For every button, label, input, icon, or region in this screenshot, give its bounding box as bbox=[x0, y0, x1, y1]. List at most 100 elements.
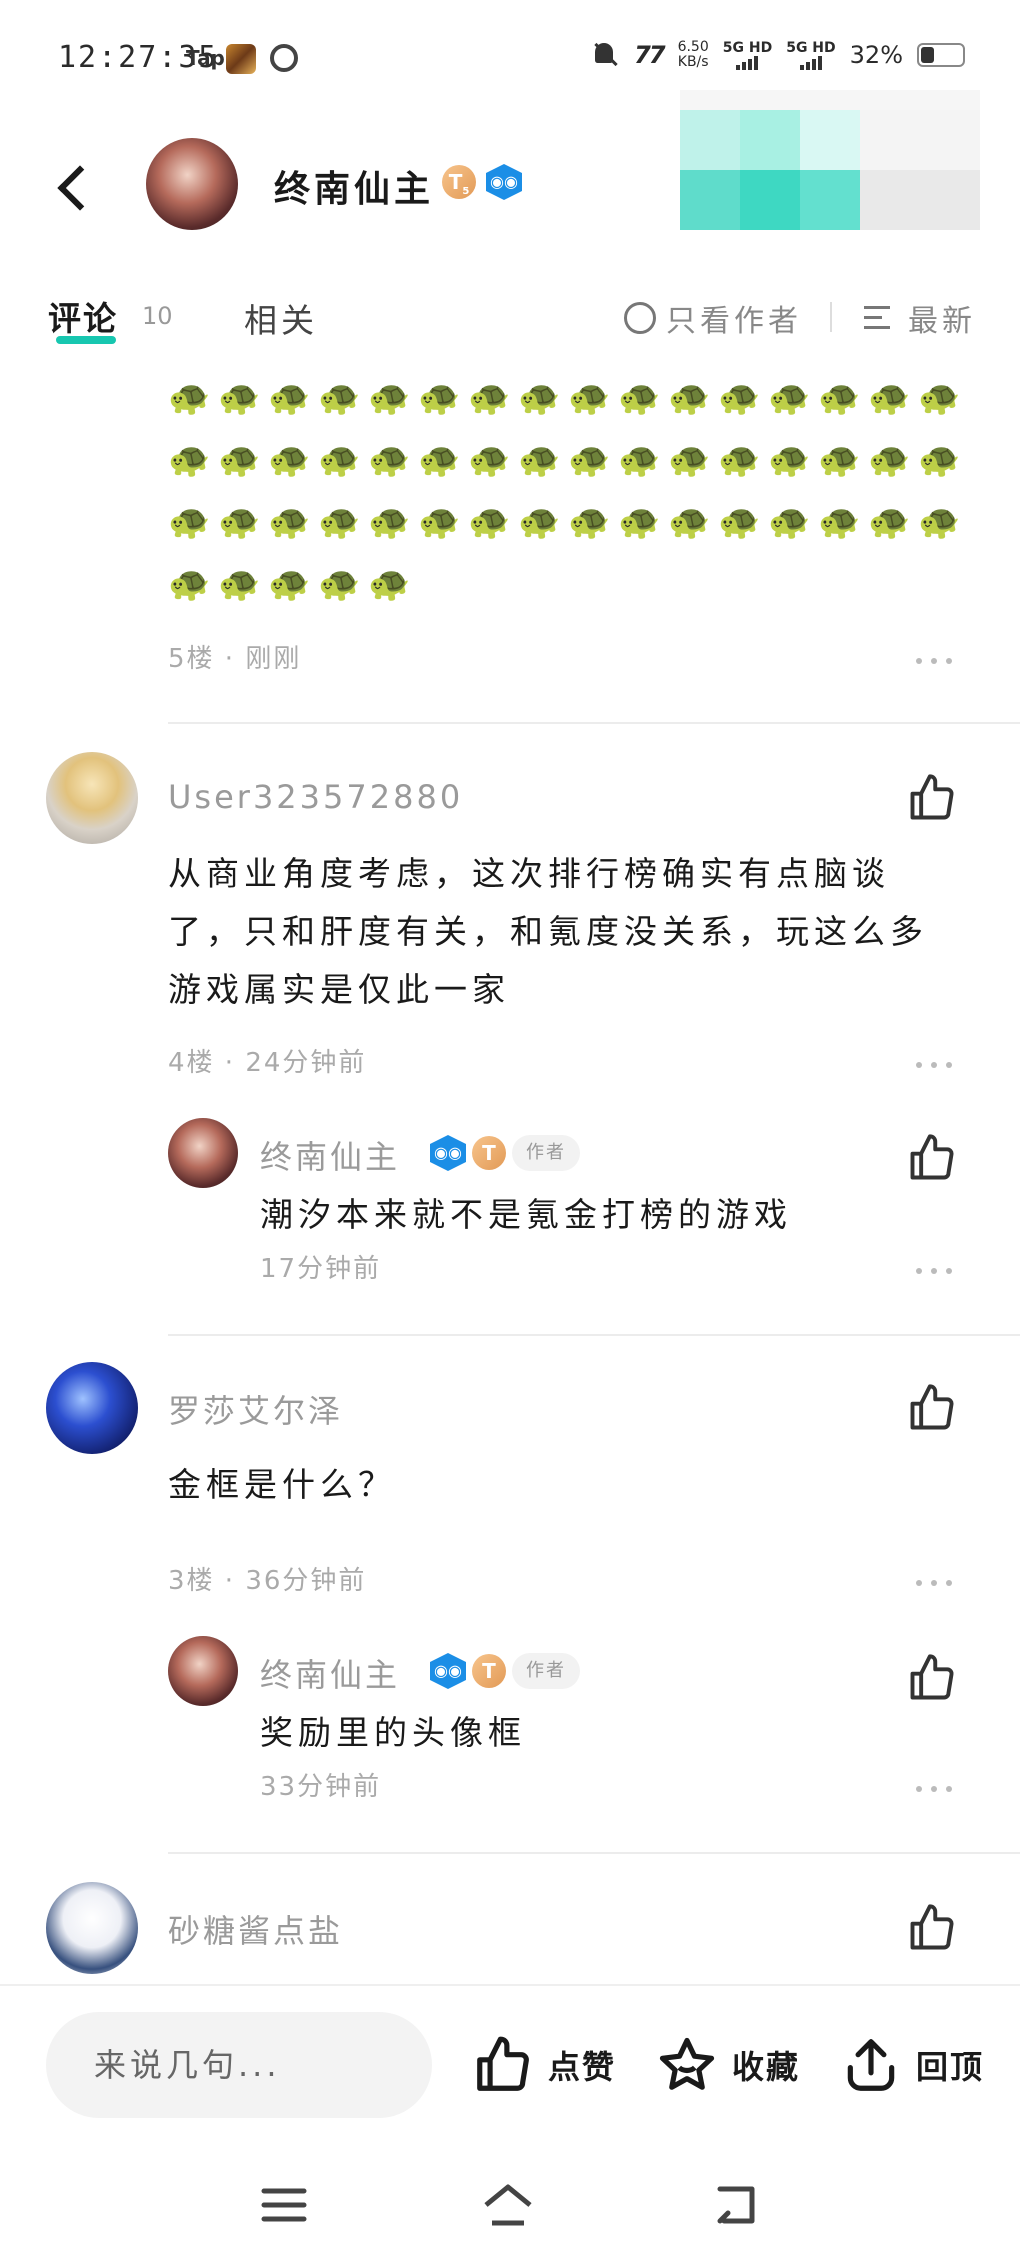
like-icon[interactable] bbox=[906, 772, 958, 824]
back-button[interactable] bbox=[50, 158, 100, 218]
like-icon[interactable] bbox=[906, 1652, 958, 1704]
turtle-emoji-icon: 🐢 bbox=[618, 440, 661, 480]
divider bbox=[168, 722, 1020, 724]
turtle-emoji-icon: 🐢 bbox=[918, 378, 961, 418]
net-speed-value: 6.50 bbox=[677, 39, 709, 55]
turtle-emoji-icon: 🐢 bbox=[768, 502, 811, 542]
turtle-emoji-icon: 🐢 bbox=[918, 502, 961, 542]
more-options-icon[interactable] bbox=[916, 1062, 952, 1072]
turtle-emoji-icon: 🐢 bbox=[218, 502, 261, 542]
notification-ring-icon bbox=[270, 44, 298, 72]
turtle-emoji-icon: 🐢 bbox=[418, 502, 461, 542]
divider bbox=[168, 1334, 1020, 1336]
home-icon[interactable] bbox=[480, 2180, 536, 2230]
comment-tabs: 评论 10 相关 只看作者 最新 bbox=[0, 282, 1020, 362]
turtle-emoji-icon: 🐢 bbox=[818, 502, 861, 542]
reply-time: 33分钟前 bbox=[260, 1772, 382, 1802]
like-icon[interactable] bbox=[906, 1382, 958, 1434]
favorite-label: 收藏 bbox=[732, 2048, 801, 2086]
system-nav-bar bbox=[0, 2144, 1020, 2267]
signal-2-label: 5G HD bbox=[786, 40, 836, 56]
battery-percent: 32% bbox=[849, 41, 903, 69]
reply-avatar[interactable] bbox=[168, 1118, 238, 1188]
turtle-emoji-icon: 🐢 bbox=[368, 440, 411, 480]
turtle-emoji-icon: 🐢 bbox=[418, 378, 461, 418]
turtle-emoji-icon: 🐢 bbox=[668, 440, 711, 480]
battery-icon bbox=[917, 43, 965, 67]
author-name[interactable]: 终南仙主 bbox=[274, 160, 434, 212]
turtle-emoji-icon: 🐢 bbox=[518, 378, 561, 418]
comment-username[interactable]: 砂糖酱点盐 bbox=[168, 1906, 343, 1952]
comment-meta: 5楼 · 刚刚 bbox=[168, 644, 302, 674]
sort-button[interactable]: 最新 bbox=[864, 296, 976, 340]
comment-username[interactable]: User323572880 bbox=[168, 778, 463, 816]
like-button[interactable]: 点赞 bbox=[472, 2034, 616, 2096]
turtle-emoji-icon: 🐢 bbox=[368, 378, 411, 418]
tab-related[interactable]: 相关 bbox=[244, 294, 318, 342]
turtle-emoji-icon: 🐢 bbox=[468, 502, 511, 542]
reply-username[interactable]: 终南仙主 bbox=[260, 1132, 400, 1178]
gamer-badge-icon: ◉◉ bbox=[430, 1653, 466, 1689]
turtle-emoji-icon: 🐢 bbox=[518, 440, 561, 480]
turtle-emoji-icon: 🐢 bbox=[318, 564, 361, 604]
signal-1-label: 5G HD bbox=[722, 40, 773, 56]
turtle-emoji-icon: 🐢 bbox=[218, 378, 261, 418]
turtle-emoji-icon: 🐢 bbox=[768, 378, 811, 418]
turtle-emoji-icon: 🐢 bbox=[218, 564, 261, 604]
turtle-emoji-icon: 🐢 bbox=[418, 440, 461, 480]
turtle-emoji-icon: 🐢 bbox=[268, 378, 311, 418]
like-label: 点赞 bbox=[548, 2048, 617, 2086]
sort-icon bbox=[864, 304, 896, 332]
turtle-emoji-icon: 🐢 bbox=[718, 502, 761, 542]
turtle-emoji-icon: 🐢 bbox=[518, 502, 561, 542]
turtle-emoji-icon: 🐢 bbox=[718, 378, 761, 418]
reply-avatar[interactable] bbox=[168, 1636, 238, 1706]
more-options-icon[interactable] bbox=[916, 1268, 952, 1278]
turtle-emoji-icon: 🐢 bbox=[718, 440, 761, 480]
turtle-emoji-icon: 🐢 bbox=[568, 378, 611, 418]
like-icon[interactable] bbox=[906, 1902, 958, 1954]
net-speed-unit: KB/s bbox=[677, 54, 709, 70]
menu-icon[interactable] bbox=[256, 2180, 312, 2230]
comment-username[interactable]: 罗莎艾尔泽 bbox=[168, 1386, 343, 1432]
comment-line: 从商业角度考虑，这次排行榜确实有点脑谈 bbox=[168, 854, 890, 893]
comment-body: 从商业角度考虑，这次排行榜确实有点脑谈 了，只和肝度有关，和氪度没关系，玩这么多… bbox=[168, 845, 968, 1019]
like-icon bbox=[477, 2036, 529, 2091]
turtle-emoji-icon: 🐢 bbox=[268, 502, 311, 542]
back-nav-icon[interactable] bbox=[708, 2180, 764, 2230]
tab-active-indicator bbox=[56, 336, 116, 344]
user-avatar[interactable] bbox=[46, 1882, 138, 1974]
signal-bars-icon bbox=[736, 56, 759, 70]
turtle-emoji-icon: 🐢 bbox=[818, 440, 861, 480]
network-logo-icon: 77 bbox=[634, 41, 665, 69]
back-to-top-button[interactable]: 回顶 bbox=[840, 2034, 984, 2096]
author-only-toggle[interactable]: 只看作者 bbox=[624, 296, 802, 340]
upload-arrow-icon bbox=[847, 2039, 895, 2091]
tab-comments[interactable]: 评论 bbox=[48, 292, 118, 340]
reply-badges: ◉◉ T 作者 bbox=[430, 1653, 580, 1689]
more-options-icon[interactable] bbox=[916, 1786, 952, 1796]
turtle-emoji-icon: 🐢 bbox=[318, 502, 361, 542]
turtle-emoji-icon: 🐢 bbox=[168, 564, 211, 604]
user-avatar[interactable] bbox=[46, 1362, 138, 1454]
more-options-icon[interactable] bbox=[916, 658, 952, 668]
level-badge-icon: T bbox=[472, 1654, 506, 1688]
favorite-button[interactable]: 收藏 bbox=[656, 2034, 800, 2096]
turtle-emoji-icon: 🐢 bbox=[168, 440, 211, 480]
blurred-follow-area[interactable] bbox=[680, 90, 1000, 230]
reply-body: 潮汐本来就不是氪金打榜的游戏 bbox=[260, 1195, 792, 1234]
signal-bars-icon bbox=[799, 56, 822, 70]
turtle-emoji-icon: 🐢 bbox=[668, 378, 711, 418]
user-avatar[interactable] bbox=[46, 752, 138, 844]
more-options-icon[interactable] bbox=[916, 1580, 952, 1590]
author-badges: T5 ◉◉ bbox=[442, 164, 522, 200]
signal-1: 5G HD bbox=[723, 40, 772, 70]
like-icon[interactable] bbox=[906, 1132, 958, 1184]
star-icon bbox=[659, 2037, 715, 2090]
sort-label: 最新 bbox=[908, 304, 976, 339]
reply-username[interactable]: 终南仙主 bbox=[260, 1650, 400, 1696]
comment-input[interactable]: 来说几句... bbox=[46, 2012, 432, 2118]
status-indicators: 77 6.50 KB/s 5G HD 5G HD 32% bbox=[590, 40, 965, 70]
reply-time: 17分钟前 bbox=[260, 1254, 382, 1284]
author-avatar[interactable] bbox=[146, 138, 238, 230]
